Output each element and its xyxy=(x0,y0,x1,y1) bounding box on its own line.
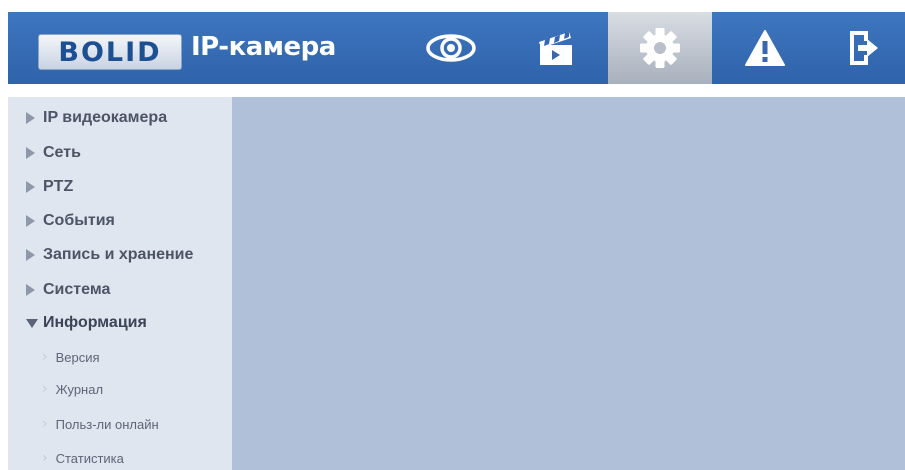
sidebar-subitem-statistics[interactable]: › Статистика xyxy=(42,447,124,469)
nav-logout-button[interactable] xyxy=(820,12,905,84)
main-content-area xyxy=(232,97,905,470)
sidebar-subitem-label: Журнал xyxy=(55,381,104,397)
sidebar-subitem-label: Версия xyxy=(55,349,100,365)
sidebar-item-label: Информация xyxy=(43,314,147,331)
sidebar-item-information[interactable]: Информация xyxy=(26,311,147,335)
sidebar-item-label: События xyxy=(43,212,115,229)
sidebar-item-storage[interactable]: Запись и хранение xyxy=(26,243,193,267)
sidebar-item-label: PTZ xyxy=(43,178,74,195)
sidebar-subitem-label: Статистика xyxy=(55,450,124,466)
app-title: IP-камера xyxy=(191,32,336,62)
nav-settings-button[interactable] xyxy=(608,12,712,84)
triangle-right-icon xyxy=(26,181,35,193)
gear-icon xyxy=(640,28,680,68)
triangle-right-icon xyxy=(26,215,35,227)
sidebar-subitem-log[interactable]: › Журнал xyxy=(42,378,103,400)
chevron-right-icon: › xyxy=(42,450,48,466)
sidebar-subitem-version[interactable]: › Версия xyxy=(42,346,100,368)
chevron-right-icon: › xyxy=(42,416,48,432)
sidebar-subitem-label: Польз-ли онлайн xyxy=(55,416,159,432)
nav-live-view-button[interactable] xyxy=(399,12,503,84)
sidebar-item-network[interactable]: Сеть xyxy=(26,141,81,165)
sidebar-item-ptz[interactable]: PTZ xyxy=(26,175,73,199)
triangle-right-icon xyxy=(26,147,35,159)
bolid-logo: BOLID xyxy=(38,34,182,70)
triangle-right-icon xyxy=(26,249,35,261)
sidebar-item-system[interactable]: Система xyxy=(26,278,110,302)
chevron-right-icon: › xyxy=(42,349,48,365)
clapperboard-icon xyxy=(539,32,572,65)
sidebar-item-label: Система xyxy=(43,281,111,298)
sidebar-item-label: Сеть xyxy=(43,144,81,161)
sidebar-item-ip-camera[interactable]: IP видеокамера xyxy=(26,106,167,130)
sidebar: IP видеокамера Сеть PTZ События Запись и… xyxy=(8,97,232,470)
triangle-down-icon xyxy=(26,318,38,328)
warning-icon xyxy=(745,30,785,66)
chevron-right-icon: › xyxy=(42,381,48,397)
top-header-bar: BOLID IP-камера xyxy=(8,12,905,84)
logo-text: BOLID xyxy=(58,36,162,68)
triangle-right-icon xyxy=(26,112,35,124)
sidebar-item-label: IP видеокамера xyxy=(43,109,168,126)
nav-alarm-button[interactable] xyxy=(713,12,817,84)
content-top-strip xyxy=(232,84,905,97)
sidebar-item-label: Запись и хранение xyxy=(43,246,194,263)
eye-icon xyxy=(426,34,476,62)
exit-icon xyxy=(849,31,878,65)
sidebar-subitem-online-users[interactable]: › Польз-ли онлайн xyxy=(42,413,159,435)
triangle-right-icon xyxy=(26,284,35,296)
nav-playback-button[interactable] xyxy=(504,12,608,84)
sidebar-item-events[interactable]: События xyxy=(26,209,115,233)
